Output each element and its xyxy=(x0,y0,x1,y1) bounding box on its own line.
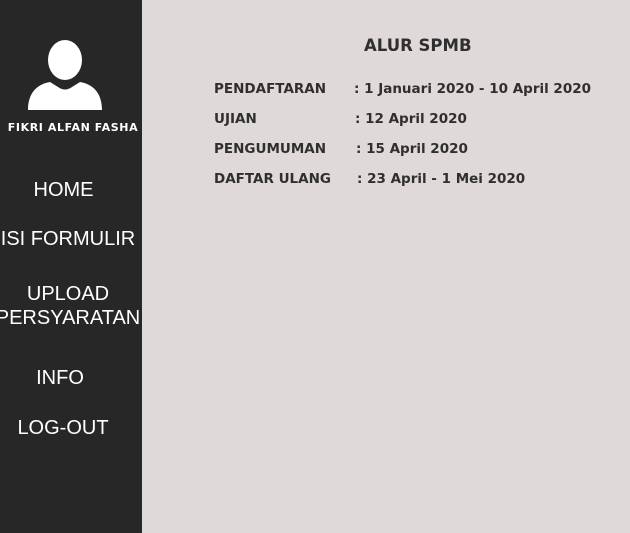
schedule-value-pendaftaran: : 1 Januari 2020 - 10 April 2020 xyxy=(354,81,592,97)
schedule-label-pendaftaran: PENDAFTARAN xyxy=(214,81,327,97)
user-avatar-icon xyxy=(28,40,102,110)
schedule-value-ujian: : 12 April 2020 xyxy=(355,111,467,127)
nav-upload-persyaratan[interactable]: UPLOAD PERSYARATAN xyxy=(0,282,142,330)
schedule-value-daftar-ulang: : 23 April - 1 Mei 2020 xyxy=(357,171,526,187)
sidebar: FIKRI ALFAN FASHA HOME ISI FORMULIR UPLO… xyxy=(0,0,142,533)
nav-isi-formulir[interactable]: ISI FORMULIR xyxy=(0,227,142,251)
schedule-label-pengumuman: PENGUMUMAN xyxy=(214,141,327,157)
nav-logout[interactable]: LOG-OUT xyxy=(0,416,126,440)
schedule-label-daftar-ulang: DAFTAR ULANG xyxy=(214,171,331,187)
nav-info[interactable]: INFO xyxy=(0,366,120,390)
user-name: FIKRI ALFAN FASHA xyxy=(7,121,139,134)
nav-upload-label-line1: UPLOAD xyxy=(26,283,110,305)
nav-home[interactable]: HOME xyxy=(0,178,127,202)
schedule-label-ujian: UJIAN xyxy=(214,111,257,127)
page: FIKRI ALFAN FASHA HOME ISI FORMULIR UPLO… xyxy=(0,0,630,533)
nav-upload-label-line2: PERSYARATAN xyxy=(0,307,141,329)
schedule-value-pengumuman: : 15 April 2020 xyxy=(356,141,468,157)
page-title: ALUR SPMB xyxy=(364,36,472,55)
